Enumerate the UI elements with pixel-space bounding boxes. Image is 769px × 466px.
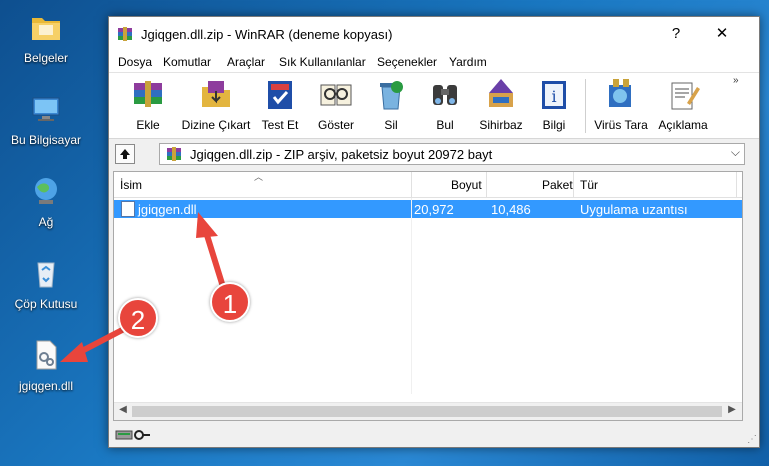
- callout-step-1: 1: [210, 282, 250, 322]
- annotation-arrows: [60, 212, 227, 362]
- callout-step-2: 2: [118, 298, 158, 338]
- annotation-arrow-1: [196, 212, 227, 293]
- annotation-arrow-2: [60, 325, 129, 362]
